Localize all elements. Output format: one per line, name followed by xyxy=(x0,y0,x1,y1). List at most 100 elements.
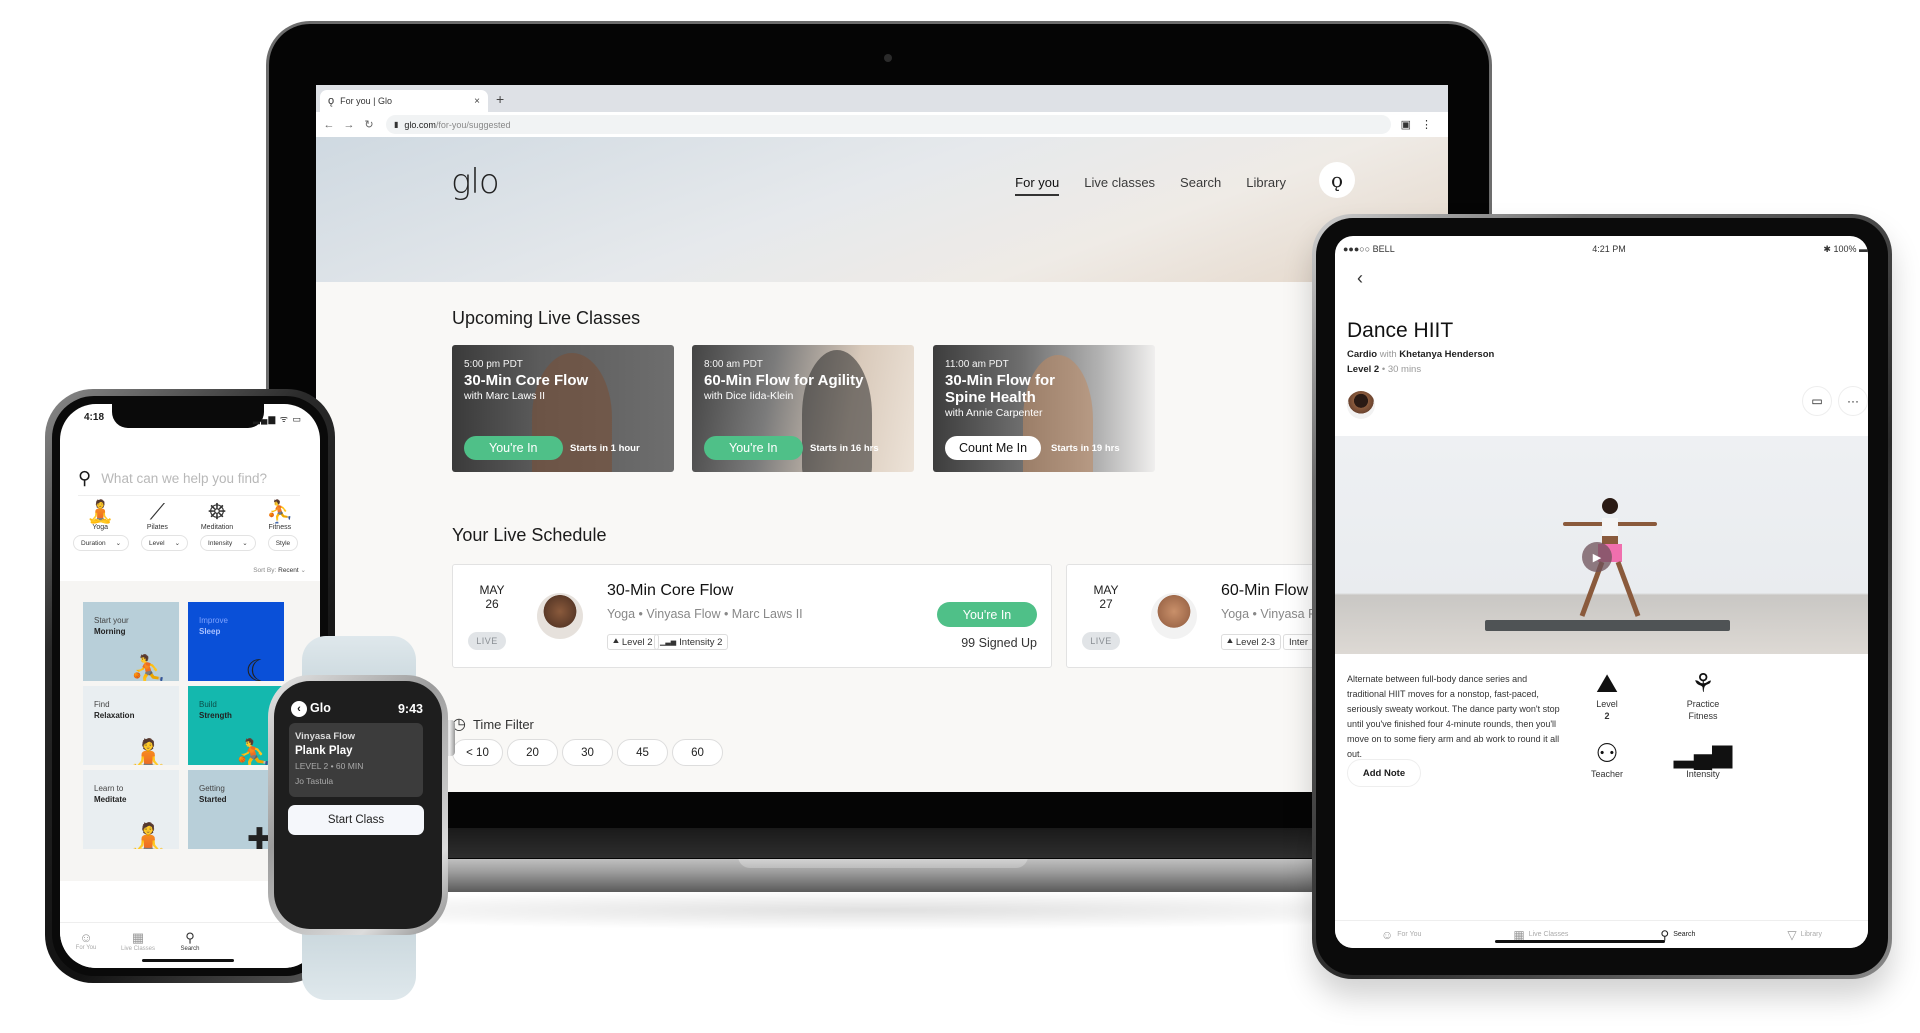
attribute-value: 2 xyxy=(1604,711,1610,721)
class-video[interactable]: ▶ xyxy=(1335,436,1868,654)
time-chip-60[interactable]: 60 xyxy=(672,739,723,766)
glo-logo[interactable]: glo xyxy=(451,162,500,202)
nav-library[interactable]: Library xyxy=(1246,175,1286,196)
reload-icon[interactable]: ↻ xyxy=(362,118,376,131)
class-teacher: with Annie Carpenter xyxy=(945,407,1043,419)
chevron-left-icon: ‹ xyxy=(291,701,307,717)
class-subtitle: Cardio with Khetanya Henderson xyxy=(1347,349,1494,360)
class-teacher: with Dice Iida-Klein xyxy=(704,390,794,402)
class-title: 30-Min Core Flow xyxy=(464,372,589,389)
signal-bars-icon: ▂▄▆ xyxy=(1673,738,1733,768)
watch-category: Vinyasa Flow xyxy=(295,731,356,742)
attribute-teacher[interactable]: ⚇ Teacher xyxy=(1567,738,1647,780)
tab-for-you[interactable]: ☺ For You xyxy=(1381,928,1421,942)
category-fitness[interactable]: ⛹ Fitness xyxy=(266,500,293,532)
schedule-item[interactable]: MAY 26 LIVE 30-Min Core Flow Yoga • Vinya… xyxy=(452,564,1052,668)
yoga-pose-icon: 🧘 xyxy=(86,499,114,524)
category-meditation[interactable]: ☸ Meditation xyxy=(201,500,233,532)
class-level: Level 2 xyxy=(1347,364,1380,375)
time-chip-under-10[interactable]: < 10 xyxy=(452,739,503,766)
strength-pose-icon: ⛹ xyxy=(234,739,272,766)
tile-line2: Sleep xyxy=(199,627,221,636)
back-chevron-icon[interactable]: ‹ xyxy=(1357,268,1363,289)
watch-back-button[interactable]: ‹ Glo xyxy=(291,701,331,717)
tile-line1: Learn to xyxy=(94,784,124,793)
calendar-button[interactable]: ▭ xyxy=(1802,386,1832,416)
schedule-meta: Yoga • Vinyasa Flow • Marc Laws II xyxy=(607,607,803,621)
new-tab-button[interactable]: + xyxy=(496,91,504,107)
filter-style[interactable]: Style xyxy=(267,535,299,551)
your-live-schedule-heading: Your Live Schedule xyxy=(452,525,607,545)
tab-search[interactable]: ⚲ Search xyxy=(1660,928,1695,942)
time-chip-45[interactable]: 45 xyxy=(617,739,668,766)
start-class-button[interactable]: Start Class xyxy=(288,805,424,835)
play-icon: ▶ xyxy=(1592,551,1602,564)
tab-search[interactable]: ⚲ Search xyxy=(164,930,216,968)
attribute-label: Intensity xyxy=(1686,769,1720,779)
glo-favicon-icon: ǫ xyxy=(328,95,335,107)
tile-improve-sleep[interactable]: Improve Sleep ☾ xyxy=(188,602,284,681)
address-bar[interactable]: ▮ glo.com/for-you/suggested xyxy=(386,115,1391,134)
tablet-tab-bar: ☺ For You ▦ Live Classes ⚲ Search ▽ Library xyxy=(1335,920,1868,948)
tag-label: Level 2 xyxy=(621,636,653,648)
youre-in-button[interactable]: You're In xyxy=(937,602,1037,627)
filter-duration[interactable]: Duration ⌄ xyxy=(73,535,130,551)
profile-avatar-button[interactable]: ǫ xyxy=(1319,162,1355,198)
play-button[interactable]: ▶ xyxy=(1582,542,1612,572)
filter-level[interactable]: Level ⌄ xyxy=(141,535,189,551)
youre-in-button[interactable]: You're In xyxy=(464,436,563,460)
date-day: 27 xyxy=(1099,597,1113,611)
smile-icon: ☺ xyxy=(79,930,93,945)
tile-start-morning[interactable]: Start your Morning ⛹ xyxy=(83,602,179,681)
more-options-button[interactable]: ··· xyxy=(1838,386,1868,416)
tile-line2: Relaxation xyxy=(94,711,135,720)
tag-label: Intensity 2 xyxy=(679,636,723,648)
live-class-card[interactable]: 8:00 am PDT 60-Min Flow for Agility with… xyxy=(692,345,914,472)
chevron-down-icon: ⌄ xyxy=(242,540,248,547)
live-class-card[interactable]: 11:00 am PDT 30-Min Flow for Spine Healt… xyxy=(933,345,1155,472)
tab-library[interactable]: ▽ Library xyxy=(1787,928,1822,942)
search-placeholder: What can we help you find? xyxy=(101,471,268,486)
filter-intensity[interactable]: Intensity ⌄ xyxy=(200,535,256,551)
tile-line1: Build xyxy=(199,700,217,709)
battery-icon: ▬ xyxy=(1858,244,1868,254)
time-chip-30[interactable]: 30 xyxy=(562,739,613,766)
tab-title: For you | Glo xyxy=(340,96,392,106)
category-yoga[interactable]: 🧘 Yoga xyxy=(86,499,114,532)
search-field[interactable]: ⚲ What can we help you find? xyxy=(78,468,300,496)
sort-by[interactable]: Sort By: Recent ⌄ xyxy=(253,566,306,574)
filter-label: Style xyxy=(275,539,291,547)
tab-live-classes[interactable]: ▦ Live Classes xyxy=(112,930,164,968)
level-icon: ⛰ xyxy=(1227,638,1233,645)
teacher-avatar[interactable] xyxy=(1347,391,1375,419)
tile-line1: Find xyxy=(94,700,110,709)
nav-search[interactable]: Search xyxy=(1180,175,1221,196)
nav-live-classes[interactable]: Live classes xyxy=(1084,175,1155,196)
browser-menu-icon[interactable]: ⋮ xyxy=(1421,118,1432,131)
schedule-title: 60-Min Flow xyxy=(1221,582,1309,599)
schedule-date: MAY 27 xyxy=(1091,583,1121,611)
class-description: Alternate between full-body dance series… xyxy=(1347,674,1560,759)
home-indicator xyxy=(1495,940,1665,943)
category-pilates[interactable]: ⟋ Pilates xyxy=(147,500,168,532)
tab-close-icon[interactable]: × xyxy=(474,96,480,107)
search-icon: ⚲ xyxy=(78,468,92,488)
add-note-button[interactable]: Add Note xyxy=(1347,759,1421,787)
browser-tab[interactable]: ǫ For you | Glo × xyxy=(320,90,488,112)
forward-arrow-icon[interactable]: → xyxy=(342,119,356,131)
class-time: 8:00 am PDT xyxy=(704,359,763,370)
class-teacher[interactable]: Khetanya Henderson xyxy=(1399,349,1494,360)
calendar-clock-icon: ▦ xyxy=(131,930,145,945)
live-class-card[interactable]: 5:00 pm PDT 30-Min Core Flow with Marc L… xyxy=(452,345,674,472)
attribute-level: ⛰ Level 2 xyxy=(1567,668,1647,722)
time-chip-20[interactable]: 20 xyxy=(507,739,558,766)
back-arrow-icon[interactable]: ← xyxy=(322,119,336,131)
youre-in-button[interactable]: You're In xyxy=(704,436,803,460)
tab-for-you[interactable]: ☺ For You xyxy=(60,930,112,968)
lotus-pose-icon: 🧘 xyxy=(129,739,167,766)
tile-find-relaxation[interactable]: Find Relaxation 🧘 xyxy=(83,686,179,765)
nav-for-you[interactable]: For you xyxy=(1015,175,1060,196)
tile-learn-meditate[interactable]: Learn to Meditate 🧘 xyxy=(83,770,179,849)
profile-badge-icon[interactable]: ▣ xyxy=(1401,118,1411,131)
count-me-in-button[interactable]: Count Me In xyxy=(945,436,1042,460)
